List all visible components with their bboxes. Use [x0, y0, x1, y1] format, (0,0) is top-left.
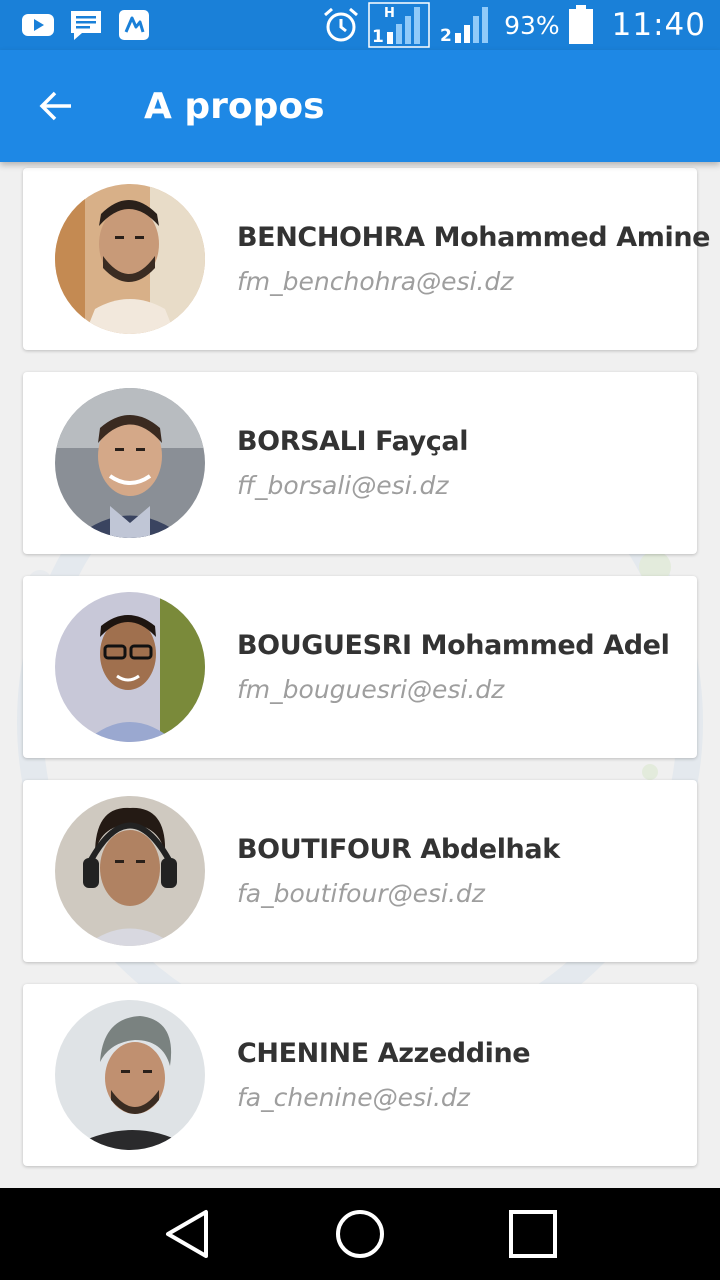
app-icon — [118, 9, 150, 41]
member-email: fm_bouguesri@esi.dz — [237, 675, 505, 704]
arrow-left-icon — [39, 91, 71, 121]
members-list[interactable]: BENCHOHRA Mohammed Amine fm_benchohra@es… — [0, 162, 720, 1188]
nav-recents-button[interactable] — [493, 1194, 573, 1274]
status-bar: H1 2 93% 11:40 — [0, 0, 720, 50]
message-icon — [70, 9, 102, 41]
member-email: ff_borsali@esi.dz — [237, 471, 449, 500]
member-email: fm_benchohra@esi.dz — [237, 267, 514, 296]
avatar — [55, 388, 205, 538]
app-bar: A propos — [0, 50, 720, 162]
sim1-network-label: H — [384, 6, 395, 21]
recents-square-icon — [509, 1210, 558, 1258]
page-title: A propos — [144, 85, 325, 127]
member-name: BOUGUESRI Mohammed Adel — [237, 630, 670, 661]
avatar — [55, 1000, 205, 1150]
avatar — [55, 796, 205, 946]
member-email: fa_chenine@esi.dz — [237, 1083, 470, 1112]
member-card[interactable]: BOUGUESRI Mohammed Adel fm_bouguesri@esi… — [23, 576, 697, 758]
alarm-icon — [322, 6, 360, 44]
back-triangle-icon — [165, 1210, 208, 1258]
battery-percent: 93% — [504, 10, 560, 40]
back-button[interactable] — [0, 50, 112, 162]
home-circle-icon — [335, 1210, 384, 1258]
member-card[interactable]: BOUTIFOUR Abdelhak fa_boutifour@esi.dz — [23, 780, 697, 962]
avatar — [55, 592, 205, 742]
member-card[interactable]: BENCHOHRA Mohammed Amine fm_benchohra@es… — [23, 168, 710, 350]
member-card[interactable]: CHENINE Azzeddine fa_chenine@esi.dz — [23, 984, 697, 1166]
member-name: BOUTIFOUR Abdelhak — [237, 834, 560, 865]
navigation-bar — [0, 1188, 720, 1280]
nav-back-button[interactable] — [147, 1194, 227, 1274]
sim1-label: 1 — [372, 27, 384, 47]
battery-icon — [568, 5, 594, 45]
clock: 11:40 — [611, 7, 706, 43]
sim2-label: 2 — [440, 26, 452, 45]
signal-sim2-icon: 2 — [438, 5, 494, 45]
member-name: BENCHOHRA Mohammed Amine — [237, 222, 711, 253]
avatar — [55, 184, 205, 334]
member-email: fa_boutifour@esi.dz — [237, 879, 485, 908]
nav-home-button[interactable] — [320, 1194, 400, 1274]
member-name: BORSALI Fayçal — [237, 426, 469, 457]
youtube-icon — [22, 13, 54, 37]
member-name: CHENINE Azzeddine — [237, 1038, 531, 1069]
signal-sim1-icon: H1 — [368, 2, 430, 48]
member-card[interactable]: BORSALI Fayçal ff_borsali@esi.dz — [23, 372, 697, 554]
